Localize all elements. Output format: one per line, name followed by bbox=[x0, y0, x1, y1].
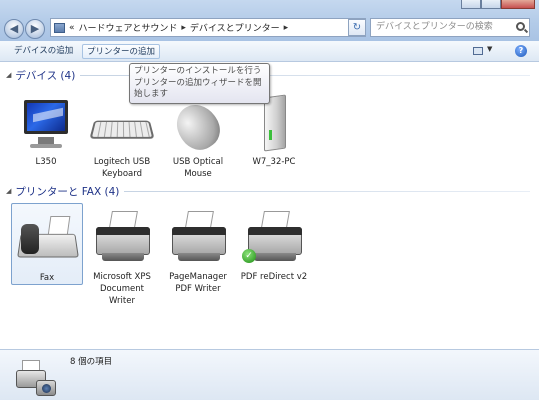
breadcrumb-item-hardware[interactable]: ハードウェアとサウンド bbox=[79, 21, 178, 34]
add-printer-button[interactable]: プリンターの追加 bbox=[82, 44, 161, 59]
chevron-right-icon[interactable]: ▸ bbox=[284, 23, 289, 33]
printer-item-xps[interactable]: Microsoft XPS Document Writer bbox=[86, 209, 158, 307]
printer-item-pagemanager[interactable]: PageManager PDF Writer bbox=[162, 209, 234, 295]
minimize-button[interactable] bbox=[461, 0, 481, 9]
arrow-left-icon: ◀ bbox=[9, 22, 19, 35]
devices-and-printers-icon bbox=[14, 358, 58, 398]
collapse-triangle-icon[interactable]: ◢ bbox=[6, 187, 11, 195]
add-device-button[interactable]: デバイスの追加 bbox=[10, 44, 77, 59]
printer-label: PageManager PDF Writer bbox=[169, 272, 227, 294]
device-item-keyboard[interactable]: Logitech USB Keyboard bbox=[86, 94, 158, 180]
printer-label: Microsoft XPS Document Writer bbox=[93, 272, 151, 306]
help-icon[interactable]: ? bbox=[515, 45, 527, 57]
collapse-triangle-icon[interactable]: ◢ bbox=[6, 71, 11, 79]
group-divider bbox=[124, 191, 530, 192]
device-item-l350[interactable]: L350 bbox=[10, 94, 82, 168]
device-label: USB Optical Mouse bbox=[172, 157, 224, 179]
title-bar: ◀ ▶ « ハードウェアとサウンド ▸ デバイスとプリンター ▸ ▾ ↻ デバイ… bbox=[0, 0, 539, 41]
group-title: プリンターと FAX (4) bbox=[15, 185, 120, 198]
device-item-computer[interactable]: W7_32-PC bbox=[238, 94, 310, 168]
details-pane: 8 個の項目 bbox=[0, 349, 539, 400]
close-button[interactable] bbox=[501, 0, 535, 9]
refresh-button[interactable]: ↻ bbox=[348, 19, 366, 36]
device-label: Logitech USB Keyboard bbox=[93, 157, 151, 179]
group-title: デバイス (4) bbox=[15, 69, 76, 82]
printer-icon: ✓ bbox=[240, 209, 308, 269]
default-check-icon: ✓ bbox=[242, 249, 256, 263]
printer-label: PDF reDirect v2 bbox=[240, 272, 308, 282]
printer-icon bbox=[164, 209, 232, 269]
arrow-right-icon: ▶ bbox=[30, 22, 40, 35]
breadcrumb-item-devices[interactable]: デバイスとプリンター bbox=[190, 21, 280, 34]
tooltip: プリンターのインストールを行うプリンターの追加ウィザードを開始します bbox=[129, 63, 270, 104]
device-label: L350 bbox=[35, 157, 57, 167]
chevron-right-icon[interactable]: ▸ bbox=[181, 23, 186, 33]
maximize-button[interactable] bbox=[481, 0, 501, 9]
command-bar: デバイスの追加 プリンターの追加 ▼ ? bbox=[0, 41, 539, 62]
control-panel-icon bbox=[54, 22, 65, 33]
printer-item-fax[interactable]: Fax bbox=[11, 203, 83, 285]
device-list: ◢ デバイス (4) L350 Logitech USB Keyboard US… bbox=[0, 62, 539, 349]
search-icon[interactable] bbox=[516, 22, 525, 31]
group-header-devices[interactable]: ◢ デバイス (4) bbox=[6, 68, 75, 82]
item-count: 8 個の項目 bbox=[70, 357, 113, 367]
printer-item-pdf-redirect[interactable]: ✓ PDF reDirect v2 bbox=[238, 209, 310, 283]
group-header-printers[interactable]: ◢ プリンターと FAX (4) bbox=[6, 184, 119, 198]
view-icon[interactable] bbox=[473, 47, 483, 55]
monitor-icon bbox=[12, 94, 80, 154]
refresh-icon: ↻ bbox=[352, 22, 362, 33]
device-item-mouse[interactable]: USB Optical Mouse bbox=[162, 94, 234, 180]
address-bar[interactable]: « ハードウェアとサウンド ▸ デバイスとプリンター ▸ ▾ bbox=[50, 18, 366, 37]
back-button[interactable]: ◀ bbox=[4, 19, 24, 39]
printer-label: Fax bbox=[39, 273, 55, 283]
fax-icon bbox=[13, 210, 81, 270]
breadcrumb-overflow[interactable]: « bbox=[69, 23, 75, 33]
window-controls bbox=[461, 0, 535, 9]
printer-icon bbox=[88, 209, 156, 269]
forward-button[interactable]: ▶ bbox=[25, 19, 45, 39]
search-placeholder: デバイスとプリンターの検索 bbox=[376, 22, 493, 32]
search-input[interactable]: デバイスとプリンターの検索 bbox=[370, 18, 530, 37]
view-dropdown-icon[interactable]: ▼ bbox=[487, 45, 492, 53]
device-label: W7_32-PC bbox=[252, 157, 296, 167]
